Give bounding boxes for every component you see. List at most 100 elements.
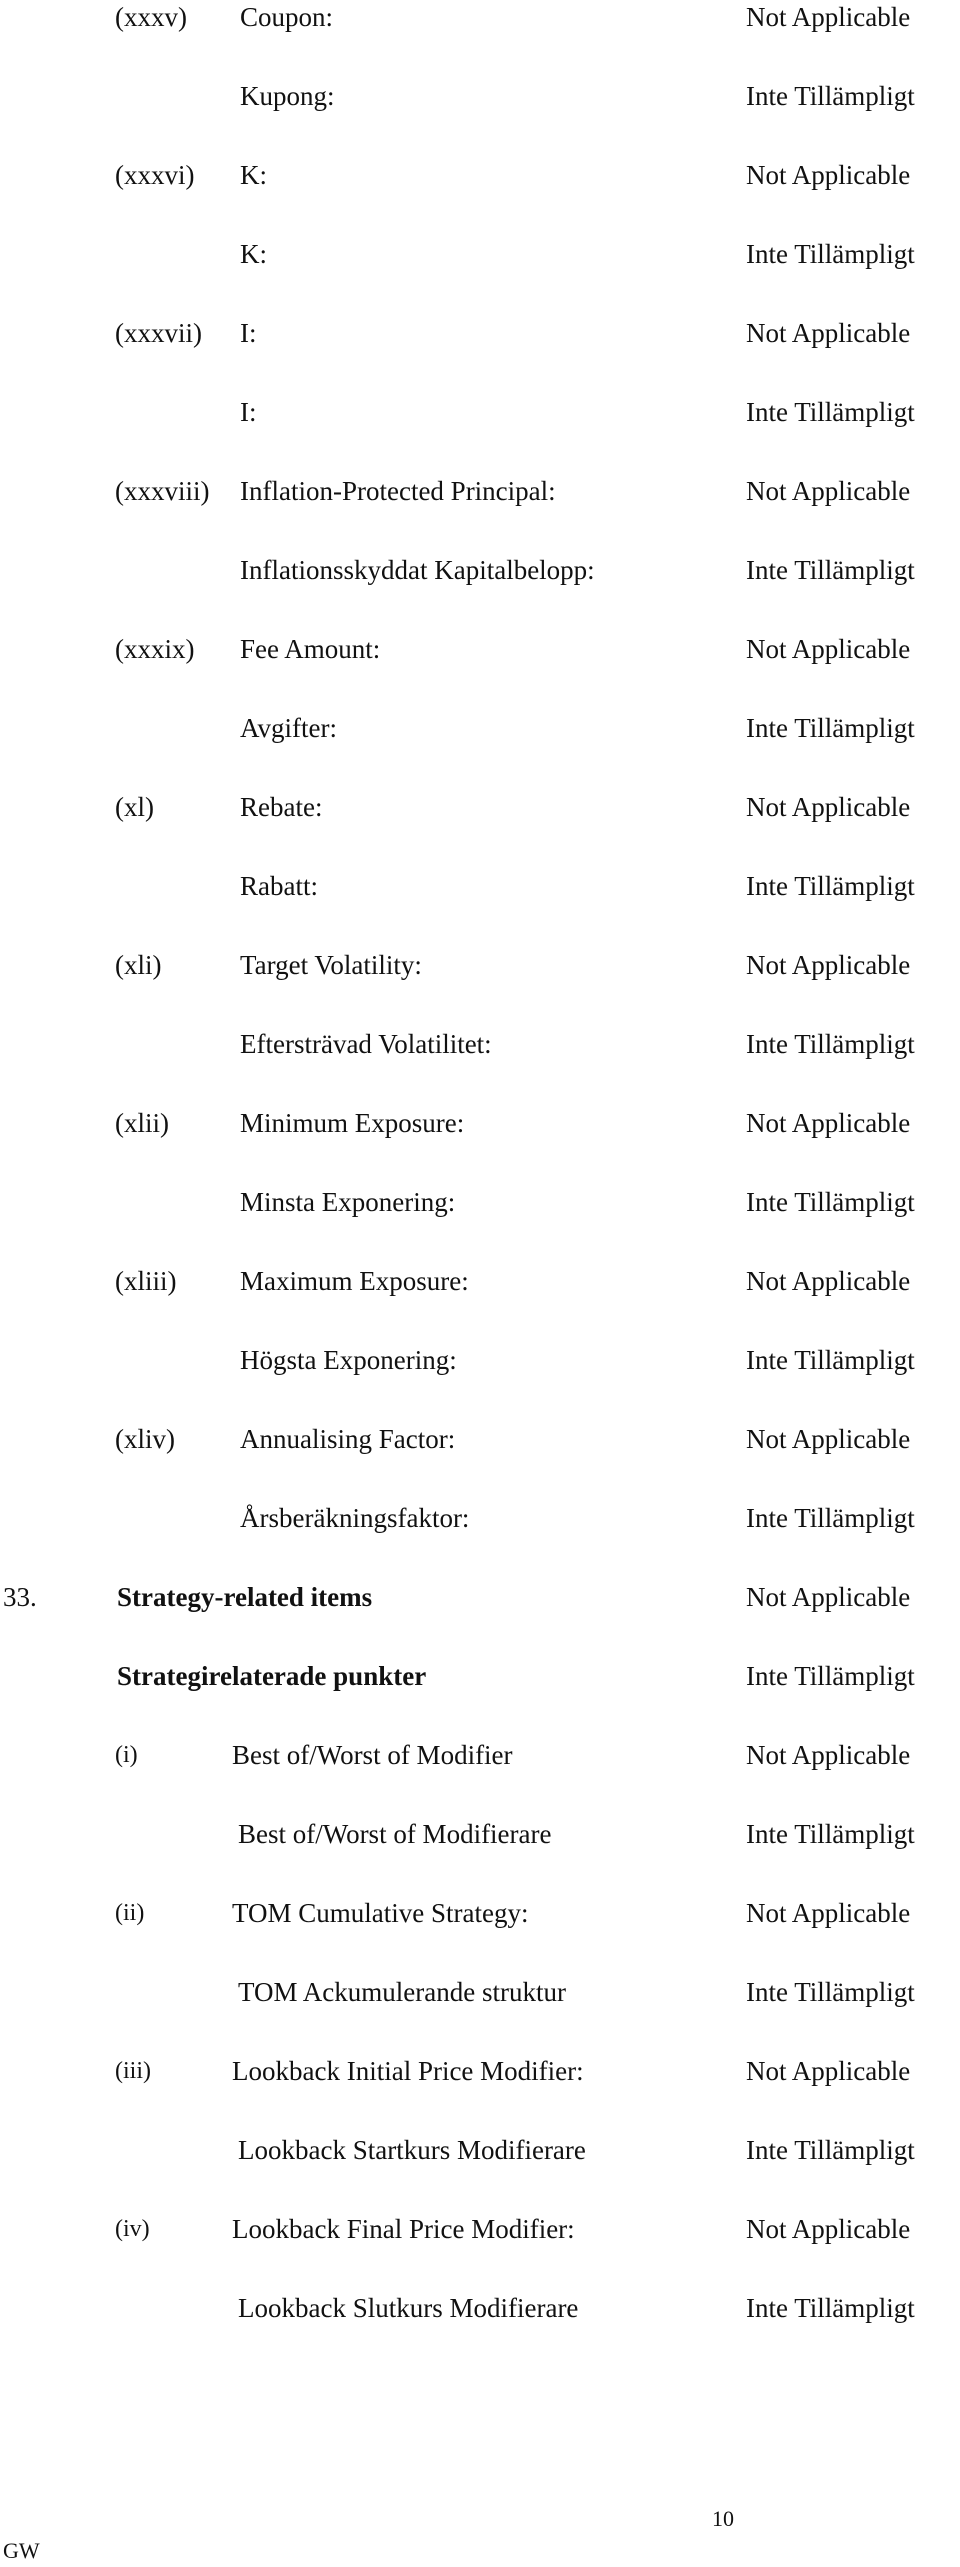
subitem-swedish: Best of/Worst of Modifierare Inte Tillämp…	[0, 1817, 960, 1857]
item-label: Lookback Final Price Modifier:	[232, 2214, 575, 2244]
item-value: Not Applicable	[746, 1740, 911, 1770]
item-value: Not Applicable	[746, 792, 911, 822]
item-label: Eftersträvad Volatilitet:	[240, 1029, 492, 1059]
item-label: TOM Ackumulerande struktur	[238, 1977, 566, 2007]
item-value: Inte Tillämpligt	[746, 871, 915, 901]
item-value: Not Applicable	[746, 1266, 911, 1296]
subitem-english: (ii) TOM Cumulative Strategy: Not Applicab…	[0, 1896, 960, 1936]
item-value: Not Applicable	[746, 1424, 911, 1454]
list-item-english: (xliv) Annualising Factor: Not Applicable	[0, 1422, 960, 1462]
item-label: Best of/Worst of Modifier	[232, 1740, 513, 1770]
item-number: (xxxvii)	[115, 318, 202, 348]
item-value: Inte Tillämpligt	[746, 555, 915, 585]
item-number: (xxxviii)	[115, 476, 210, 506]
item-label: Avgifter:	[240, 713, 337, 743]
item-label: Kupong:	[240, 81, 335, 111]
item-label: K:	[240, 239, 267, 269]
item-value: Inte Tillämpligt	[746, 1503, 915, 1533]
item-label: Lookback Initial Price Modifier:	[232, 2056, 584, 2086]
list-item-english: (xxxv) Coupon: Not Applicable	[0, 0, 960, 40]
item-number: (i)	[115, 1742, 138, 1768]
item-number: (xxxix)	[115, 634, 195, 664]
item-label: I:	[240, 318, 257, 348]
item-value: Inte Tillämpligt	[746, 1819, 915, 1849]
item-number: (xli)	[115, 950, 162, 980]
item-value: Not Applicable	[746, 160, 911, 190]
list-item-english: (xxxviii) Inflation-Protected Principal: N…	[0, 474, 960, 514]
list-item-swedish: Avgifter: Inte Tillämpligt	[0, 711, 960, 751]
item-value: Not Applicable	[746, 2, 911, 32]
item-number: (xliv)	[115, 1424, 175, 1454]
item-value: Inte Tillämpligt	[746, 239, 915, 269]
item-value: Inte Tillämpligt	[746, 1029, 915, 1059]
list-item-swedish: I: Inte Tillämpligt	[0, 395, 960, 435]
item-label: Coupon:	[240, 2, 334, 32]
item-number: (xliii)	[115, 1266, 177, 1296]
page-number: 10	[712, 2506, 734, 2531]
list-item-swedish: Högsta Exponering: Inte Tillämpligt	[0, 1343, 960, 1383]
item-label: Fee Amount:	[240, 634, 381, 664]
list-item-english: (xli) Target Volatility: Not Applicable	[0, 948, 960, 988]
item-value: Inte Tillämpligt	[746, 2293, 915, 2323]
list-item-swedish: K: Inte Tillämpligt	[0, 237, 960, 277]
subitem-english: (iv) Lookback Final Price Modifier: Not Ap…	[0, 2212, 960, 2252]
item-label: Minimum Exposure:	[240, 1108, 465, 1138]
item-number: (xlii)	[115, 1108, 169, 1138]
item-label: Lookback Startkurs Modifierare	[238, 2135, 586, 2165]
item-label: Strategy-related items	[117, 1582, 373, 1612]
subitem-english: (iii) Lookback Initial Price Modifier: Not…	[0, 2054, 960, 2094]
item-label: Maximum Exposure:	[240, 1266, 469, 1296]
item-value: Not Applicable	[746, 318, 911, 348]
item-value: Not Applicable	[746, 1898, 911, 1928]
section-heading-english: 33. Strategy-related items Not Applicable	[0, 1580, 960, 1620]
item-label: I:	[240, 397, 257, 427]
item-label: Inflationsskyddat Kapitalbelopp:	[240, 555, 595, 585]
item-number: (xxxvi)	[115, 160, 195, 190]
list-item-swedish: Årsberäkningsfaktor: Inte Tillämpligt	[0, 1501, 960, 1541]
list-item-english: (xxxix) Fee Amount: Not Applicable	[0, 632, 960, 672]
item-value: Not Applicable	[746, 476, 911, 506]
item-label: Strategirelaterade punkter	[117, 1661, 427, 1691]
item-value: Inte Tillämpligt	[746, 1661, 915, 1691]
item-value: Inte Tillämpligt	[746, 1977, 915, 2007]
item-value: Not Applicable	[746, 634, 911, 664]
list-item-english: (xxxvi) K: Not Applicable	[0, 158, 960, 198]
item-value: Inte Tillämpligt	[746, 1187, 915, 1217]
item-value: Not Applicable	[746, 950, 911, 980]
subitem-swedish: Lookback Startkurs Modifierare Inte Tillä…	[0, 2133, 960, 2173]
item-label: Högsta Exponering:	[240, 1345, 457, 1375]
item-value: Inte Tillämpligt	[746, 81, 915, 111]
item-number: (xxxv)	[115, 2, 187, 32]
item-value: Inte Tillämpligt	[746, 397, 915, 427]
list-item-english: (xlii) Minimum Exposure: Not Applicable	[0, 1106, 960, 1146]
section-heading-swedish: Strategirelaterade punkter Inte Tillämpli…	[0, 1659, 960, 1699]
item-number: (iv)	[115, 2216, 150, 2242]
item-value: Not Applicable	[746, 1108, 911, 1138]
item-label: Inflation-Protected Principal:	[240, 476, 556, 506]
item-label: Minsta Exponering:	[240, 1187, 456, 1217]
list-item-english: (xliii) Maximum Exposure: Not Applicable	[0, 1264, 960, 1304]
subitem-english: (i) Best of/Worst of Modifier Not Applicab…	[0, 1738, 960, 1778]
item-number: (ii)	[115, 1900, 145, 1926]
item-label: TOM Cumulative Strategy:	[232, 1898, 529, 1928]
item-label: Rabatt:	[240, 871, 318, 901]
list-item-swedish: Rabatt: Inte Tillämpligt	[0, 869, 960, 909]
list-item-swedish: Kupong: Inte Tillämpligt	[0, 79, 960, 119]
item-value: Inte Tillämpligt	[746, 713, 915, 743]
item-number: (iii)	[115, 2058, 151, 2084]
list-item-swedish: Eftersträvad Volatilitet: Inte Tillämplig…	[0, 1027, 960, 1067]
list-item-swedish: Inflationsskyddat Kapitalbelopp: Inte Til…	[0, 553, 960, 593]
item-label: Rebate:	[240, 792, 323, 822]
item-value: Not Applicable	[746, 1582, 911, 1612]
subitem-swedish: TOM Ackumulerande struktur Inte Tillämpli…	[0, 1975, 960, 2015]
item-value: Not Applicable	[746, 2214, 911, 2244]
item-label: Annualising Factor:	[240, 1424, 456, 1454]
item-value: Inte Tillämpligt	[746, 1345, 915, 1375]
item-label: Best of/Worst of Modifierare	[238, 1819, 552, 1849]
item-label: Target Volatility:	[240, 950, 422, 980]
list-item-english: (xxxvii) I: Not Applicable	[0, 316, 960, 356]
item-label: Lookback Slutkurs Modifierare	[238, 2293, 579, 2323]
list-item-swedish: Minsta Exponering: Inte Tillämpligt	[0, 1185, 960, 1225]
list-item-english: (xl) Rebate: Not Applicable	[0, 790, 960, 830]
item-number: (xl)	[115, 792, 154, 822]
